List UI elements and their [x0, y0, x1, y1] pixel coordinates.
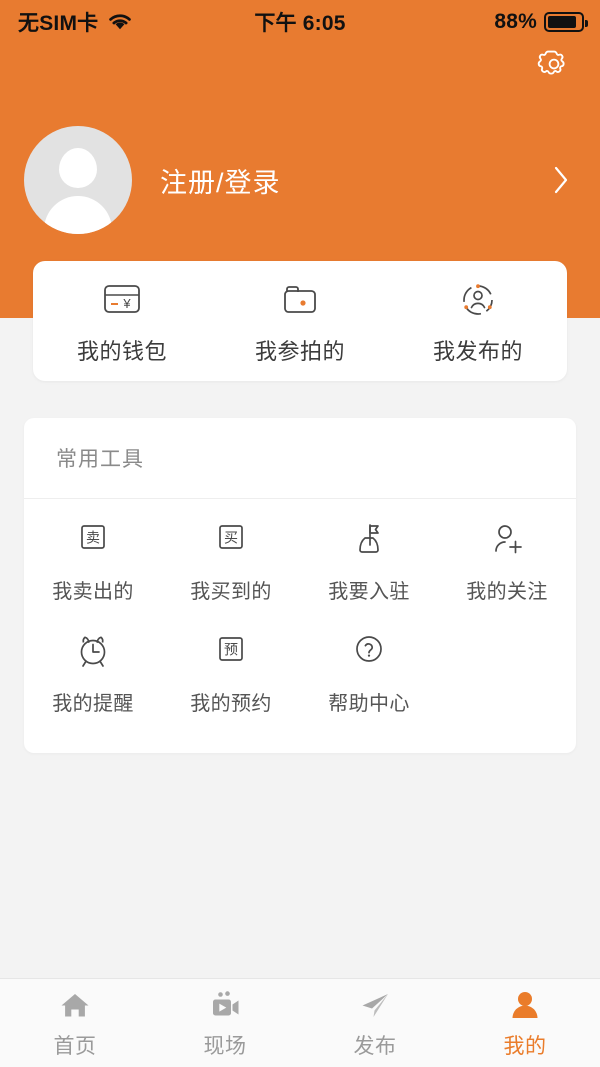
- tools-grid: 卖 我卖出的 买 我买到的 我要入驻 我的关注 我的提醒 预 我的预约 帮助中心: [24, 506, 576, 730]
- svg-text:¥: ¥: [122, 296, 131, 311]
- buy-box-icon: 买: [209, 520, 253, 562]
- quick-action-published[interactable]: 我发布的: [389, 261, 567, 381]
- person-icon: [507, 989, 543, 1023]
- tool-item-following[interactable]: 我的关注: [438, 506, 576, 618]
- svg-text:预: 预: [224, 642, 238, 658]
- folder-icon: [277, 280, 323, 320]
- profile-name-label: 注册/登录: [160, 167, 281, 198]
- flag-hill-icon: [347, 520, 391, 562]
- tool-item-label: 我买到的: [190, 581, 272, 603]
- quick-action-label: 我参拍的: [254, 339, 345, 364]
- tools-card: 常用工具 卖 我卖出的 买 我买到的 我要入驻 我的关注 我的提醒 预 我的预约…: [24, 418, 576, 753]
- battery-icon: [544, 12, 588, 32]
- wallet-card-icon: ¥: [99, 280, 145, 320]
- tab-home[interactable]: 首页: [0, 979, 150, 1067]
- svg-text:买: 买: [224, 530, 238, 546]
- tool-item-label: 我卖出的: [52, 581, 134, 603]
- tab-label: 首页: [53, 1034, 97, 1058]
- quick-action-wallet[interactable]: ¥ 我的钱包: [33, 261, 211, 381]
- reserve-box-icon: 预: [209, 632, 253, 674]
- tool-item-empty-slot: [438, 618, 576, 730]
- tab-live[interactable]: 现场: [150, 979, 300, 1067]
- tool-item-reminders[interactable]: 我的提醒: [24, 618, 162, 730]
- video-camera-icon: [207, 989, 243, 1023]
- tool-item-join[interactable]: 我要入驻: [300, 506, 438, 618]
- status-bar: 无SIM卡 下午 6:05 88%: [0, 0, 600, 44]
- tool-item-sold[interactable]: 卖 我卖出的: [24, 506, 162, 618]
- tool-item-reservation[interactable]: 预 我的预约: [162, 618, 300, 730]
- quick-action-bidding[interactable]: 我参拍的: [211, 261, 389, 381]
- gear-icon: [537, 47, 571, 81]
- quick-actions-card: ¥ 我的钱包 我参拍的 我发布的: [33, 261, 567, 381]
- tab-profile[interactable]: 我的: [450, 979, 600, 1067]
- tab-label: 发布: [353, 1034, 397, 1058]
- status-bar-right: 88%: [494, 10, 588, 34]
- chevron-right-icon: [550, 163, 572, 197]
- tools-section-title: 常用工具: [56, 448, 144, 471]
- person-plus-icon: [485, 520, 529, 562]
- person-dashed-circle-icon: [455, 280, 501, 320]
- tools-divider: [24, 498, 576, 499]
- tool-item-label: 我的提醒: [52, 693, 134, 715]
- battery-percent-label: 88%: [494, 10, 537, 33]
- tool-item-label: 我要入驻: [328, 581, 410, 603]
- tab-label: 现场: [203, 1034, 247, 1058]
- paper-plane-icon: [357, 989, 393, 1023]
- avatar-placeholder-icon: [24, 126, 132, 234]
- home-icon: [57, 989, 93, 1023]
- profile-screen: 无SIM卡 下午 6:05 88% 注册/登录 ¥ 我的钱包 我参拍的 我发布的…: [0, 0, 600, 1067]
- tab-publish[interactable]: 发布: [300, 979, 450, 1067]
- tool-item-label: 我的预约: [190, 693, 272, 715]
- svg-text:卖: 卖: [86, 530, 100, 546]
- tool-item-label: 帮助中心: [328, 693, 410, 715]
- profile-row[interactable]: 注册/登录: [24, 124, 576, 236]
- settings-button[interactable]: [532, 42, 576, 86]
- tool-item-bought[interactable]: 买 我买到的: [162, 506, 300, 618]
- quick-action-label: 我的钱包: [76, 339, 167, 364]
- sell-box-icon: 卖: [71, 520, 115, 562]
- tool-item-help[interactable]: 帮助中心: [300, 618, 438, 730]
- tab-label: 我的: [503, 1034, 547, 1058]
- tool-item-label: 我的关注: [466, 581, 548, 603]
- bottom-tab-bar: 首页 现场 发布 我的: [0, 978, 600, 1067]
- question-circle-icon: [347, 632, 391, 674]
- alarm-clock-icon: [71, 632, 115, 674]
- quick-action-label: 我发布的: [432, 339, 523, 364]
